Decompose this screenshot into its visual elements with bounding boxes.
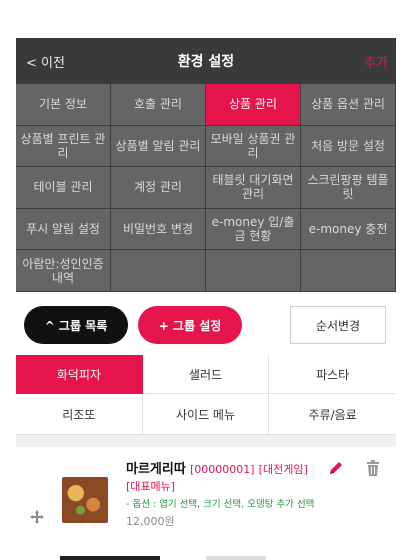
representative-badge: [대표메뉴] bbox=[126, 480, 176, 493]
menu-item-15[interactable]: e-money 충전 bbox=[301, 208, 396, 251]
menu-item-13[interactable]: 비밀번호 변경 bbox=[111, 208, 206, 251]
menu-cell-empty bbox=[301, 250, 396, 292]
menu-cell-empty bbox=[206, 250, 301, 292]
move-icon[interactable] bbox=[30, 510, 44, 524]
category-tab-2[interactable]: 파스타 bbox=[269, 355, 396, 394]
menu-item-9[interactable]: 계정 관리 bbox=[111, 167, 206, 209]
group-action-bar: ^ 그룹 목록 + 그룹 설정 순서변경 bbox=[16, 292, 396, 355]
category-tab-3[interactable]: 리조또 bbox=[16, 394, 143, 435]
menu-cell-empty bbox=[111, 250, 206, 292]
page-title: 환경 설정 bbox=[177, 54, 235, 70]
reorder-button[interactable]: 순서변경 bbox=[290, 306, 386, 344]
group-list-button[interactable]: ^ 그룹 목록 bbox=[24, 306, 128, 344]
next-item-edge bbox=[206, 556, 266, 560]
category-tab-5[interactable]: 주류/음료 bbox=[269, 394, 396, 435]
menu-item-1[interactable]: 호출 관리 bbox=[111, 84, 206, 126]
settings-screen: < 이전 환경 설정 추가 기본 정보 호출 관리 상품 관리 상품 옵션 관리상품별… bbox=[16, 38, 396, 560]
product-info: 마르게리따 [00000001] [대전게임] [대표메뉴] - 옵션 : 엽기… bbox=[126, 461, 341, 530]
menu-item-0[interactable]: 기본 정보 bbox=[16, 84, 111, 126]
menu-item-14[interactable]: e-money 입/출금 현황 bbox=[206, 208, 301, 251]
menu-item-7[interactable]: 처음 방문 설정 bbox=[301, 125, 396, 168]
category-tab-4[interactable]: 사이드 메뉴 bbox=[142, 394, 270, 435]
menu-item-4[interactable]: 상품별 프린트 관리 bbox=[16, 125, 111, 168]
product-card[interactable]: 마르게리따 [00000001] [대전게임] [대표메뉴] - 옵션 : 엽기… bbox=[16, 447, 396, 560]
next-item-edge bbox=[60, 556, 160, 560]
menu-item-6[interactable]: 모바일 상품권 관리 bbox=[206, 125, 301, 168]
pencil-icon[interactable] bbox=[328, 460, 344, 476]
menu-item-5[interactable]: 상품별 알림 관리 bbox=[111, 125, 206, 168]
menu-item-16[interactable]: 아람만:성인인증 내역 bbox=[16, 250, 111, 292]
product-category: [대전게임] bbox=[258, 463, 308, 476]
add-button[interactable]: 추가 bbox=[364, 52, 388, 71]
menu-item-12[interactable]: 푸시 알림 설정 bbox=[16, 208, 111, 251]
settings-menu-grid: 기본 정보 호출 관리 상품 관리 상품 옵션 관리상품별 프린트 관리 상품별 알림 … bbox=[16, 84, 396, 292]
menu-item-8[interactable]: 테이블 관리 bbox=[16, 167, 111, 209]
product-options: - 옵션 : 엽기 선택, 크기 선택, 오뎅탕 추가 선택 bbox=[126, 499, 315, 510]
category-tabs: 화덕피자 샐러드 파스타리조또 사이드 메뉴 주류/음료 bbox=[16, 355, 396, 435]
category-tab-1[interactable]: 샐러드 bbox=[142, 355, 270, 394]
product-thumbnail bbox=[62, 477, 108, 523]
menu-item-3[interactable]: 상품 옵션 관리 bbox=[301, 84, 396, 126]
trash-icon[interactable] bbox=[366, 460, 380, 476]
menu-item-10[interactable]: 태블릿 대기화면 관리 bbox=[206, 167, 301, 209]
product-code: [00000001] bbox=[189, 463, 255, 476]
product-price: 12,000원 bbox=[126, 515, 175, 528]
group-settings-button[interactable]: + 그룹 설정 bbox=[138, 306, 242, 344]
category-tab-0[interactable]: 화덕피자 bbox=[16, 355, 143, 394]
menu-item-11[interactable]: 스크린팡팡 템플릿 bbox=[301, 167, 396, 209]
top-bar: < 이전 환경 설정 추가 bbox=[16, 38, 396, 84]
product-name: 마르게리따 bbox=[126, 462, 186, 477]
menu-item-2[interactable]: 상품 관리 bbox=[206, 84, 301, 126]
